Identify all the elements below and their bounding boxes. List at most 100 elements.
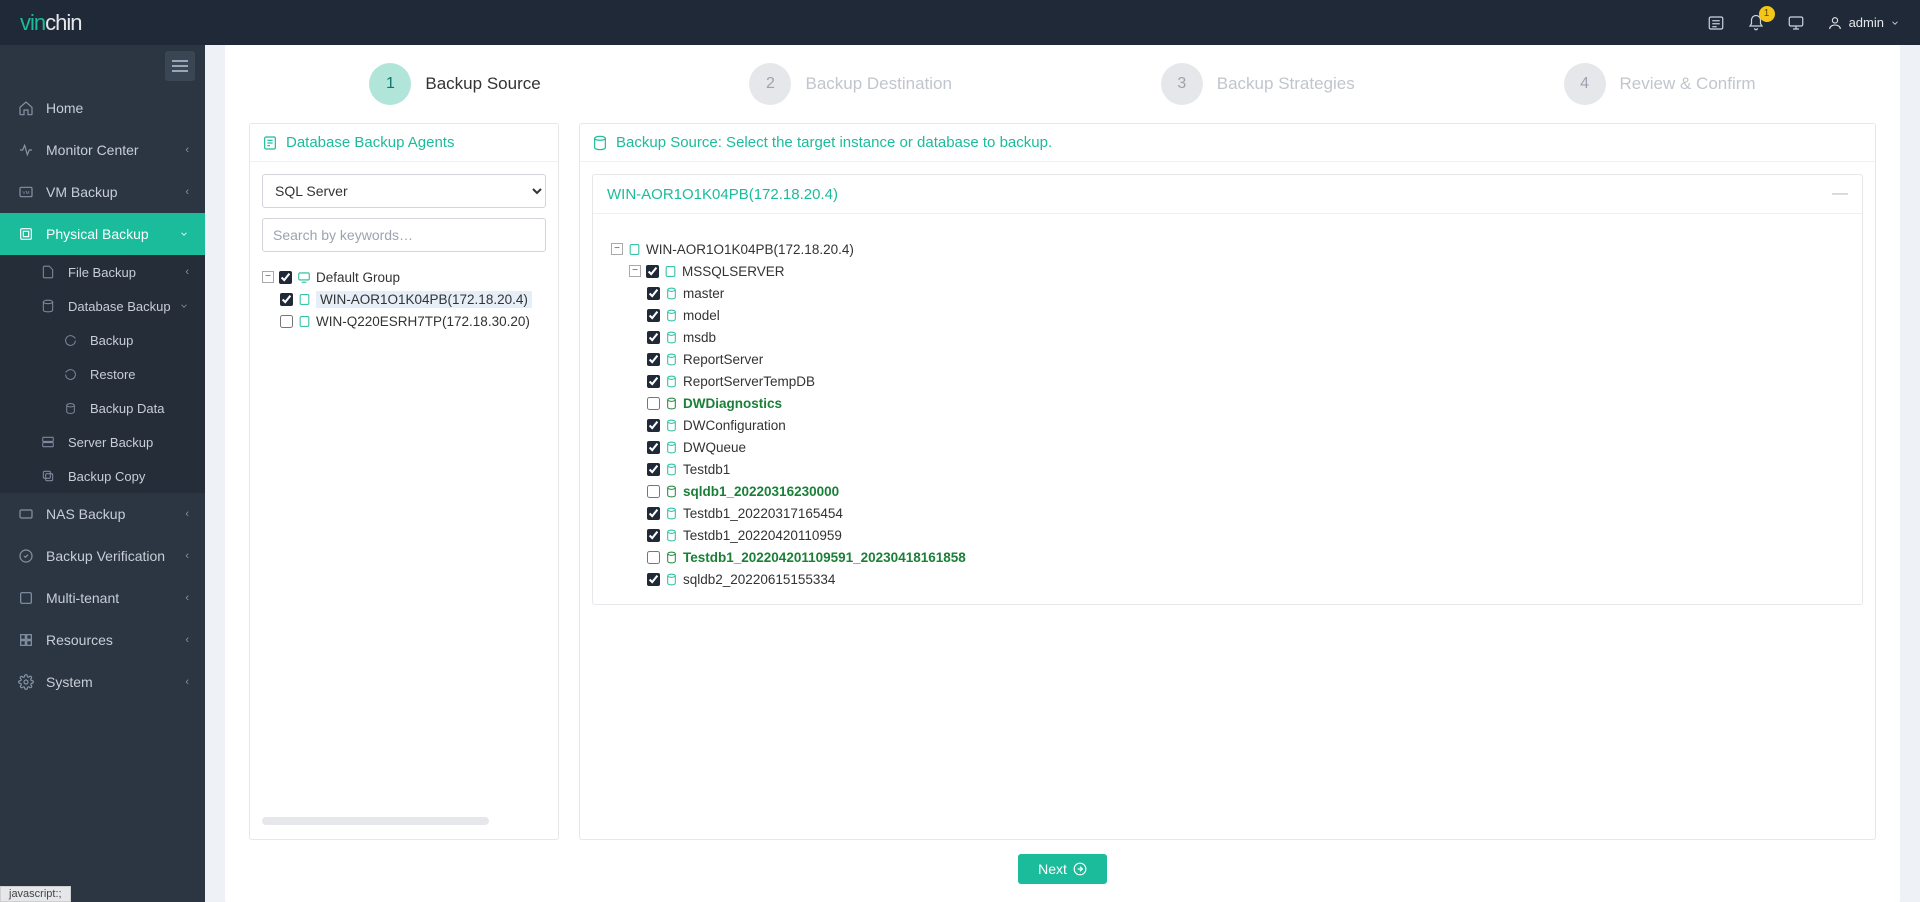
tree-db-row[interactable]: msdb [647, 326, 1844, 348]
sidebar-item-vm-backup[interactable]: VM VM Backup ‹ [0, 171, 205, 213]
tree-host-row[interactable]: − WIN-AOR1O1K04PB(172.18.20.4) [611, 238, 1844, 260]
sidebar-item-physical-backup[interactable]: Physical Backup [0, 213, 205, 255]
tree-host-row[interactable]: WIN-AOR1O1K04PB(172.18.20.4) [280, 288, 546, 310]
db-checkbox[interactable] [647, 419, 660, 432]
tree-db-row[interactable]: ReportServer [647, 348, 1844, 370]
tree-db-row[interactable]: sqldb1_20220316230000 [647, 480, 1844, 502]
chevron-left-icon: ‹ [185, 508, 189, 520]
monitor-icon[interactable] [1787, 14, 1805, 32]
database-small-icon [665, 309, 678, 322]
sidebar-item-backup-data[interactable]: Backup Data [0, 391, 205, 425]
tree-db-row[interactable]: sqldb2_20220615155334 [647, 568, 1844, 590]
source-panel: Backup Source: Select the target instanc… [579, 123, 1876, 840]
database-small-icon [665, 573, 678, 586]
database-small-icon [665, 485, 678, 498]
left-h-scrollbar[interactable] [262, 817, 546, 827]
sidebar-item-home[interactable]: Home [0, 87, 205, 129]
tree-db-row[interactable]: DWConfiguration [647, 414, 1844, 436]
bell-icon[interactable]: 1 [1747, 14, 1765, 32]
tree-host-row[interactable]: WIN-Q220ESRH7TP(172.18.30.20) [280, 310, 546, 332]
sidebar-item-backup[interactable]: Backup [0, 323, 205, 357]
db-checkbox[interactable] [647, 309, 660, 322]
minus-expander-icon[interactable]: − [262, 271, 274, 283]
db-checkbox[interactable] [647, 529, 660, 542]
sidebar-item-restore[interactable]: Restore [0, 357, 205, 391]
list-icon[interactable] [1707, 14, 1725, 32]
db-checkbox[interactable] [647, 485, 660, 498]
group-checkbox[interactable] [279, 271, 292, 284]
step-label: Backup Destination [805, 74, 951, 94]
sidebar-item-database-backup[interactable]: Database Backup [0, 289, 205, 323]
tree-db-row[interactable]: Testdb1_202204201109591_20230418161858 [647, 546, 1844, 568]
instance-subheader-text: WIN-AOR1O1K04PB(172.18.20.4) [607, 186, 838, 203]
db-checkbox[interactable] [647, 375, 660, 388]
sidebar-item-file-backup[interactable]: File Backup ‹ [0, 255, 205, 289]
user-label: admin [1849, 15, 1884, 30]
sidebar-item-label: Restore [90, 367, 136, 382]
tree-db-row[interactable]: Testdb1_20220420110959 [647, 524, 1844, 546]
wizard-step-2[interactable]: 2 Backup Destination [749, 63, 951, 105]
step-label: Backup Strategies [1217, 74, 1355, 94]
collapse-icon[interactable]: — [1832, 185, 1848, 203]
group-label: Default Group [316, 270, 400, 285]
tree-db-row[interactable]: model [647, 304, 1844, 326]
tree-db-row[interactable]: DWQueue [647, 436, 1844, 458]
server-small-icon [628, 243, 641, 256]
sidebar-item-backup-verification[interactable]: Backup Verification ‹ [0, 535, 205, 577]
sidebar: Home Monitor Center ‹ VM VM Backup ‹ Phy… [0, 45, 205, 902]
sidebar-item-resources[interactable]: Resources ‹ [0, 619, 205, 661]
db-checkbox[interactable] [647, 551, 660, 564]
sidebar-item-multi-tenant[interactable]: Multi-tenant ‹ [0, 577, 205, 619]
db-label: DWQueue [683, 440, 746, 455]
db-checkbox[interactable] [647, 397, 660, 410]
user-menu[interactable]: admin [1827, 15, 1900, 31]
host-checkbox[interactable] [280, 315, 293, 328]
sidebar-item-system[interactable]: System ‹ [0, 661, 205, 703]
instance-label: MSSQLSERVER [682, 264, 785, 279]
chevron-left-icon: ‹ [185, 634, 189, 646]
next-button[interactable]: Next [1018, 854, 1107, 884]
app-header: vinchin 1 admin [0, 0, 1920, 45]
nas-icon [16, 506, 36, 522]
instance-subheader[interactable]: WIN-AOR1O1K04PB(172.18.20.4) — [593, 175, 1862, 214]
tree-db-row[interactable]: Testdb1 [647, 458, 1844, 480]
tree-db-row[interactable]: DWDiagnostics [647, 392, 1844, 414]
db-checkbox[interactable] [647, 287, 660, 300]
search-input[interactable] [262, 218, 546, 252]
wizard-body: Database Backup Agents SQL Server − Defa… [225, 123, 1900, 840]
sidebar-item-label: Backup [90, 333, 133, 348]
db-type-select[interactable]: SQL Server [262, 174, 546, 208]
wizard-step-1[interactable]: 1 Backup Source [369, 63, 540, 105]
database-small-icon [665, 419, 678, 432]
db-checkbox[interactable] [647, 463, 660, 476]
step-label: Review & Confirm [1620, 74, 1756, 94]
wizard-step-4[interactable]: 4 Review & Confirm [1564, 63, 1756, 105]
sidebar-item-server-backup[interactable]: Server Backup [0, 425, 205, 459]
wizard-step-3[interactable]: 3 Backup Strategies [1161, 63, 1355, 105]
sidebar-item-label: Backup Verification [46, 548, 165, 564]
db-checkbox[interactable] [647, 441, 660, 454]
minus-expander-icon[interactable]: − [611, 243, 623, 255]
tree-group-row[interactable]: − Default Group [262, 266, 546, 288]
db-checkbox[interactable] [647, 507, 660, 520]
sidebar-item-backup-copy[interactable]: Backup Copy [0, 459, 205, 493]
notification-badge: 1 [1759, 6, 1775, 22]
server-small-icon [298, 293, 311, 306]
sidebar-toggle-button[interactable] [165, 51, 195, 81]
sidebar-item-monitor[interactable]: Monitor Center ‹ [0, 129, 205, 171]
db-checkbox[interactable] [647, 573, 660, 586]
sidebar-item-nas-backup[interactable]: NAS Backup ‹ [0, 493, 205, 535]
db-checkbox[interactable] [647, 331, 660, 344]
db-label: Testdb1_20220420110959 [683, 528, 842, 543]
minus-expander-icon[interactable]: − [629, 265, 641, 277]
tree-db-row[interactable]: ReportServerTempDB [647, 370, 1844, 392]
instance-checkbox[interactable] [646, 265, 659, 278]
tree-db-row[interactable]: master [647, 282, 1844, 304]
agents-tree: − Default Group WIN-AOR1O1K04PB(172.18.2… [262, 266, 546, 332]
tree-db-row[interactable]: Testdb1_20220317165454 [647, 502, 1844, 524]
host-checkbox[interactable] [280, 293, 293, 306]
tree-instance-row[interactable]: − MSSQLSERVER [629, 260, 1844, 282]
verify-icon [16, 548, 36, 564]
status-bar: javascript:; [0, 886, 71, 902]
db-checkbox[interactable] [647, 353, 660, 366]
